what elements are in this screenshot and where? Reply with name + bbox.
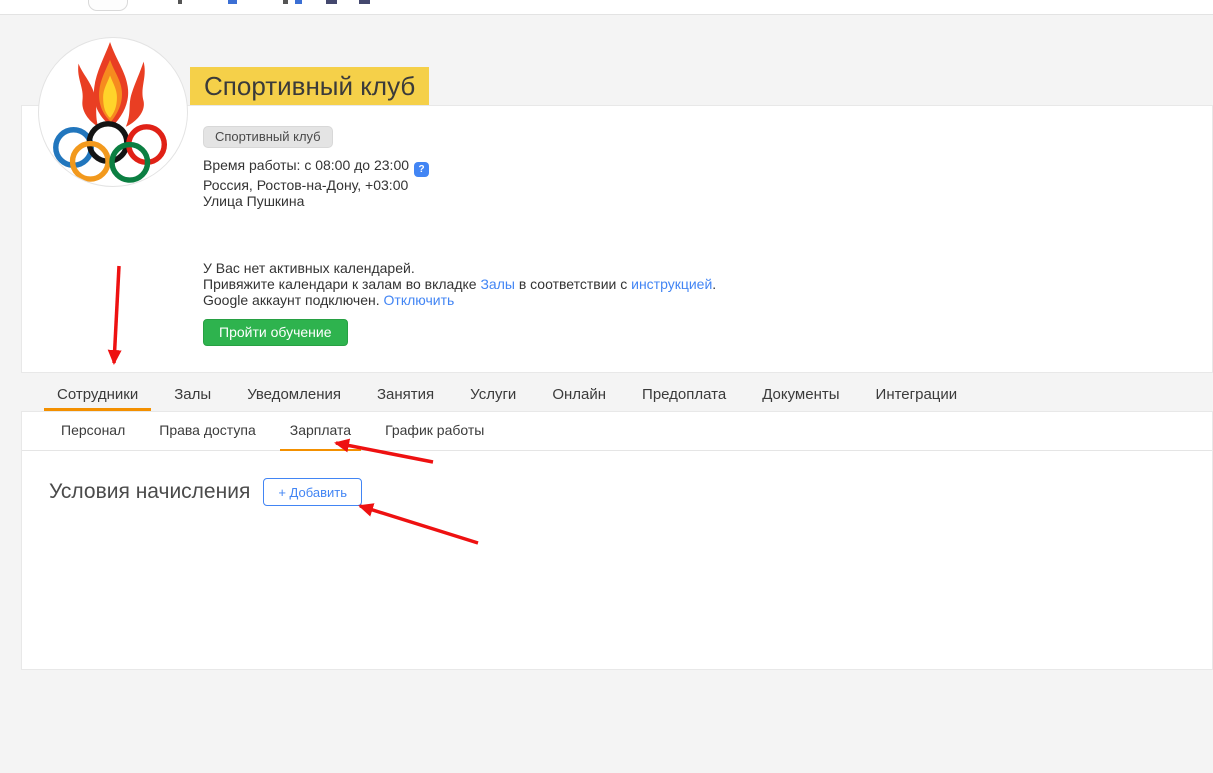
calendar-attach-line: Привяжите календари к залам во вкладке З… xyxy=(203,276,716,292)
help-icon[interactable]: ? xyxy=(414,162,430,177)
accrual-conditions-heading: Условия начисления xyxy=(49,480,251,503)
club-type-badge: Спортивный клуб xyxy=(203,126,333,148)
club-hours-line: Время работы: с 08:00 до 23:00? xyxy=(203,157,430,177)
tab-integrations[interactable]: Интеграции xyxy=(863,382,971,411)
olympic-flame-rings-icon xyxy=(53,41,168,183)
tab-services[interactable]: Услуги xyxy=(457,382,529,411)
subtab-work-schedule[interactable]: График работы xyxy=(375,412,494,451)
club-title: Спортивный клуб xyxy=(190,67,430,105)
club-location-line: Россия, Ростов-на-Дону, +03:00 xyxy=(203,177,409,193)
club-hours-text: Время работы: с 08:00 до 23:00 xyxy=(203,157,410,173)
tab-documents[interactable]: Документы xyxy=(749,382,852,411)
main-tabs: Сотрудники Залы Уведомления Занятия Услу… xyxy=(44,382,970,411)
add-accrual-condition-button[interactable]: + Добавить xyxy=(263,478,362,506)
calendar-attach-middle: в соответствии с xyxy=(514,276,632,292)
halls-link[interactable]: Залы xyxy=(480,276,514,292)
sub-tabs: Персонал Права доступа Зарплата График р… xyxy=(22,412,1212,451)
subtab-access-rights[interactable]: Права доступа xyxy=(149,412,265,451)
salary-content-row: Условия начисления + Добавить xyxy=(22,451,1212,506)
google-status-text: Google аккаунт подключен. xyxy=(203,292,384,308)
topbar-text-fragment xyxy=(178,0,182,4)
tab-classes[interactable]: Занятия xyxy=(364,382,447,411)
topbar-text-fragment xyxy=(228,0,237,4)
training-button[interactable]: Пройти обучение xyxy=(203,319,348,346)
subtab-personnel[interactable]: Персонал xyxy=(51,412,135,451)
club-info-block: Время работы: с 08:00 до 23:00? Россия, … xyxy=(203,157,430,209)
employees-section-card: Персонал Права доступа Зарплата График р… xyxy=(21,411,1213,670)
topbar-text-fragment xyxy=(326,0,337,4)
topbar-button-fragment[interactable] xyxy=(88,0,128,11)
subtab-salary[interactable]: Зарплата xyxy=(279,412,362,451)
topbar-text-fragment xyxy=(359,0,370,4)
calendar-no-active-line: У Вас нет активных календарей. xyxy=(203,260,415,276)
club-profile-card xyxy=(21,105,1213,373)
tab-halls[interactable]: Залы xyxy=(161,382,224,411)
club-address-line: Улица Пушкина xyxy=(203,193,305,209)
topbar-text-fragment xyxy=(283,0,288,4)
topbar-text-fragment xyxy=(295,0,302,4)
tab-notifications[interactable]: Уведомления xyxy=(234,382,354,411)
tab-online[interactable]: Онлайн xyxy=(539,382,619,411)
google-account-line: Google аккаунт подключен. Отключить xyxy=(203,292,716,308)
club-logo xyxy=(38,37,188,187)
instruction-link[interactable]: инструкцией xyxy=(631,276,712,292)
calendar-attach-prefix: Привяжите календари к залам во вкладке xyxy=(203,276,481,292)
calendar-attach-suffix: . xyxy=(712,276,717,292)
topbar xyxy=(0,0,1213,15)
tab-prepayment[interactable]: Предоплата xyxy=(629,382,739,411)
tab-employees[interactable]: Сотрудники xyxy=(44,382,152,411)
calendar-status-block: У Вас нет активных календарей. Привяжите… xyxy=(203,260,716,308)
disconnect-link[interactable]: Отключить xyxy=(384,292,455,308)
